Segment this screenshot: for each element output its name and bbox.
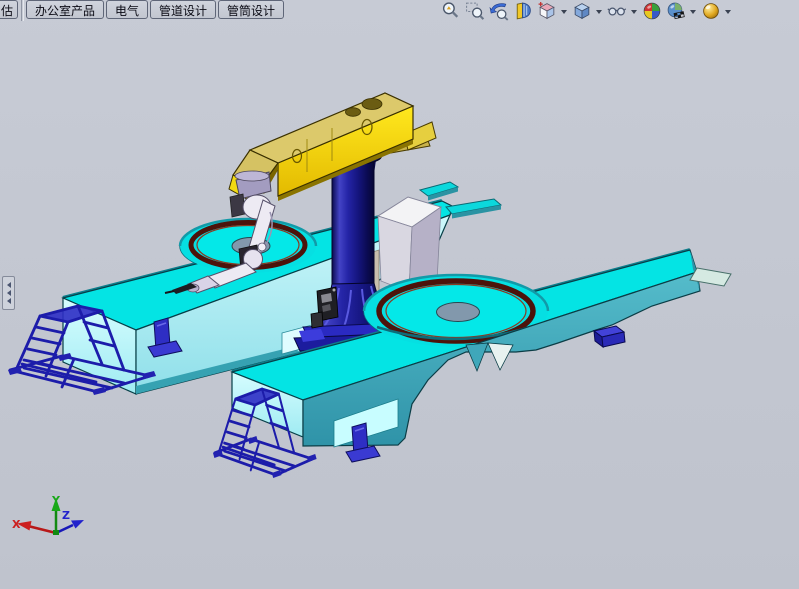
tab-tubing-design[interactable]: 管筒设计 [218, 0, 284, 19]
edit-appearance-icon[interactable] [642, 1, 662, 21]
zoom-to-fit-icon[interactable] [441, 1, 461, 21]
panel-collapse-control[interactable] [2, 276, 15, 310]
previous-view-icon[interactable] [489, 1, 509, 21]
hide-show-items-icon[interactable] [607, 1, 627, 21]
heads-up-view-toolbar [441, 1, 736, 21]
z-axis-label: Z [62, 509, 70, 522]
display-style-dropdown-arrow-icon[interactable] [596, 10, 602, 14]
graphics-viewport[interactable]: Y X Z [0, 0, 799, 589]
display-style-icon[interactable] [572, 1, 592, 21]
tab-label: 办公室产品 [35, 2, 95, 19]
tab-label: 估 [1, 2, 13, 19]
view-orientation-icon[interactable] [537, 1, 557, 21]
toolbar-separator [21, 0, 24, 21]
collapse-arrow-icon [7, 290, 11, 296]
tab-label: 电气 [115, 2, 139, 19]
tab-label: 管道设计 [159, 2, 207, 19]
view-orientation-dropdown-arrow-icon[interactable] [561, 10, 567, 14]
zoom-to-area-icon[interactable] [465, 1, 485, 21]
tab-label: 管筒设计 [227, 2, 275, 19]
view-settings-dropdown-arrow-icon[interactable] [725, 10, 731, 14]
x-axis-label: X [12, 518, 21, 531]
apply-scene-icon[interactable] [666, 1, 686, 21]
tab-office-products[interactable]: 办公室产品 [26, 0, 104, 19]
y-axis-label: Y [51, 494, 61, 507]
apply-scene-dropdown-arrow-icon[interactable] [690, 10, 696, 14]
collapse-arrow-icon [7, 282, 11, 288]
collapse-arrow-icon [7, 298, 11, 304]
section-view-icon[interactable] [513, 1, 533, 21]
tab-piping-design[interactable]: 管道设计 [150, 0, 216, 19]
command-tabs: 估 办公室产品 电气 管道设计 管筒设计 [0, 0, 284, 22]
view-settings-icon[interactable] [701, 1, 721, 21]
tab-electrical[interactable]: 电气 [106, 0, 148, 19]
tab-evaluate-partial[interactable]: 估 [0, 0, 18, 19]
hide-show-items-dropdown-arrow-icon[interactable] [631, 10, 637, 14]
